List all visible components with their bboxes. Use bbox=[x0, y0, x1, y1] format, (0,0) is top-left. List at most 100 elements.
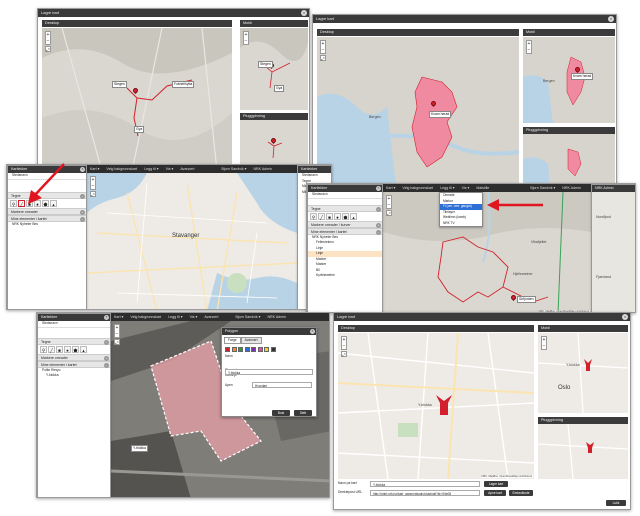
marker-tool-icon[interactable]: ⚲ bbox=[310, 212, 317, 220]
polygon-tool-icon[interactable]: ⬟ bbox=[72, 345, 79, 353]
search-field[interactable]: Stedsnavn bbox=[38, 321, 110, 328]
menu-avancert[interactable]: Avancert bbox=[201, 313, 221, 321]
collapse-icon[interactable]: − bbox=[376, 206, 381, 212]
menu-user[interactable]: Bjorn Sandvik ▾ bbox=[232, 313, 263, 321]
marker-tool-icon[interactable]: ⚲ bbox=[10, 199, 17, 207]
apply-button[interactable]: Bruk bbox=[272, 410, 290, 416]
close-icon[interactable]: × bbox=[301, 10, 307, 16]
zoom-out-button[interactable]: − bbox=[244, 38, 248, 44]
fullscreen-button[interactable]: ⤢ bbox=[114, 339, 120, 345]
swatch-yellow[interactable] bbox=[264, 347, 269, 352]
menu-vis[interactable]: Vis ▾ bbox=[163, 165, 177, 173]
menu-admin[interactable]: NRK Admin bbox=[559, 184, 584, 192]
collapse-icon[interactable]: − bbox=[104, 339, 109, 345]
section-tegne[interactable]: Tegne − bbox=[38, 337, 110, 345]
menu-user[interactable]: Bjorn Sandvik ▾ bbox=[527, 184, 558, 192]
menu-bakgrunnskart[interactable]: Velg bakgrunnskart bbox=[103, 165, 140, 173]
tree-item[interactable]: Y-blokka bbox=[38, 373, 110, 379]
section-mine[interactable]: Mine elementer i kartet − bbox=[8, 214, 86, 222]
rect-tool-icon[interactable]: ■ bbox=[326, 212, 333, 220]
fullscreen-button[interactable]: ⤢ bbox=[320, 55, 326, 61]
swatch-orange[interactable] bbox=[231, 347, 237, 352]
menu-legg-til[interactable]: Legg til ▾ bbox=[141, 165, 161, 173]
section-markers[interactable]: Markere omrader / kurver + bbox=[308, 220, 382, 228]
close-icon[interactable]: × bbox=[80, 167, 85, 172]
search-field[interactable]: Stedsnavn bbox=[308, 192, 382, 199]
map-plugg[interactable] bbox=[538, 424, 628, 479]
url-input[interactable]: http://nrkrt.nrk.no/kart_appen/plugin/pl… bbox=[370, 490, 480, 496]
embed-button[interactable]: Embedkode bbox=[509, 490, 533, 496]
collapse-icon[interactable]: − bbox=[80, 193, 85, 199]
map-desktop[interactable]: + − ⤢ Y-blokka NRK, MapBox, OpenStreetMa… bbox=[338, 333, 534, 479]
menu-bakgrunnskart[interactable]: Velg bakgrunnskart bbox=[127, 313, 164, 321]
more-tool-icon[interactable]: ▴ bbox=[80, 345, 87, 353]
menu-malstille[interactable]: Malstille bbox=[473, 184, 492, 192]
zoom-out-button[interactable]: − bbox=[115, 331, 119, 337]
menu-kart[interactable]: Kart ▾ bbox=[87, 165, 102, 173]
map-mobil[interactable]: + − Stegen Gya bbox=[240, 28, 308, 110]
swatch-pink[interactable] bbox=[257, 347, 263, 352]
fullscreen-button[interactable]: ⤢ bbox=[341, 351, 347, 357]
close-button[interactable]: Lukk bbox=[606, 500, 626, 506]
map-name-input[interactable]: Y-blokka bbox=[370, 481, 480, 487]
placement-select[interactable]: Hvordan bbox=[252, 382, 312, 388]
name-input[interactable]: Y-blokka bbox=[225, 369, 313, 375]
collapse-icon[interactable]: − bbox=[376, 229, 381, 235]
circle-tool-icon[interactable]: ● bbox=[64, 345, 71, 353]
menu-vis[interactable]: Vis ▾ bbox=[459, 184, 473, 192]
open-map-button[interactable]: Apne kart bbox=[484, 490, 506, 496]
menu-admin[interactable]: NRK Admin bbox=[264, 313, 289, 321]
tab-farge[interactable]: Farge bbox=[224, 337, 241, 344]
line-tool-icon[interactable]: ╱ bbox=[48, 345, 55, 353]
swatch-green[interactable] bbox=[238, 347, 243, 352]
zoom-out-button[interactable]: − bbox=[321, 47, 325, 53]
section-mine[interactable]: Mine elementer i kartet − bbox=[38, 360, 110, 368]
swatch-red[interactable] bbox=[225, 347, 230, 352]
zoom-out-button[interactable]: − bbox=[542, 343, 546, 349]
menu-legg-til[interactable]: Legg til ▾ bbox=[437, 184, 457, 192]
menu-item[interactable]: NRK TV bbox=[440, 221, 482, 227]
zoom-out-button[interactable]: − bbox=[46, 38, 50, 44]
tree-item[interactable]: Kyrkheweien bbox=[308, 273, 382, 279]
section-mine[interactable]: Mine elementer i kartet − bbox=[308, 227, 382, 235]
menu-vis[interactable]: Vis ▾ bbox=[187, 313, 201, 321]
map-desktop[interactable]: + − ⤢ Kvam herad Bergen NRK, MapBox, Ope… bbox=[317, 37, 519, 195]
swatch-blue[interactable] bbox=[244, 347, 250, 352]
map-plugg[interactable] bbox=[240, 120, 308, 169]
menu-kart[interactable]: Kart ▾ bbox=[383, 184, 398, 192]
marker-tool-icon[interactable]: ⚲ bbox=[40, 345, 47, 353]
collapse-icon[interactable]: − bbox=[80, 216, 85, 222]
close-icon[interactable]: × bbox=[104, 315, 109, 320]
close-icon[interactable]: × bbox=[376, 186, 381, 191]
circle-tool-icon[interactable]: ● bbox=[334, 212, 341, 220]
line-tool-icon[interactable]: ╱ bbox=[318, 212, 325, 220]
rect-tool-icon[interactable]: ■ bbox=[56, 345, 63, 353]
menu-admin[interactable]: NRK Admin bbox=[250, 165, 275, 173]
delete-button[interactable]: Slett bbox=[294, 410, 312, 416]
fullscreen-button[interactable]: ⤢ bbox=[386, 210, 392, 216]
save-map-button[interactable]: Lagre kart bbox=[484, 481, 508, 487]
zoom-out-button[interactable]: − bbox=[91, 183, 95, 189]
swatch-purple[interactable] bbox=[251, 347, 256, 352]
fullscreen-button[interactable]: ⤢ bbox=[90, 191, 96, 197]
fullscreen-button[interactable]: ⤢ bbox=[45, 46, 51, 52]
close-icon[interactable]: × bbox=[622, 314, 628, 320]
section-markers[interactable]: Markere omrader + bbox=[38, 353, 110, 361]
map-desktop[interactable]: + − ⤢ Stegen Fokhellhytta Gya bbox=[42, 28, 232, 169]
zoom-out-button[interactable]: − bbox=[387, 202, 391, 208]
map-mobil[interactable]: + − Y-blokka Oslo bbox=[538, 333, 628, 413]
map-stavanger[interactable]: + − ⤢ Stavanger bbox=[87, 173, 297, 309]
menu-user[interactable]: Bjorn Sandvik ▾ bbox=[218, 165, 249, 173]
section-tegne[interactable]: Tegne − bbox=[308, 204, 382, 212]
menu-kart[interactable]: Kart ▾ bbox=[111, 313, 126, 321]
collapse-icon[interactable]: − bbox=[104, 362, 109, 368]
zoom-out-button[interactable]: − bbox=[342, 343, 346, 349]
menu-bakgrunnskart[interactable]: Velg bakgrunnskart bbox=[399, 184, 436, 192]
close-icon[interactable]: × bbox=[608, 16, 614, 22]
more-tool-icon[interactable]: ▴ bbox=[350, 212, 357, 220]
swatch-dark[interactable] bbox=[270, 347, 276, 352]
menu-legg-til[interactable]: Legg til ▾ bbox=[165, 313, 185, 321]
zoom-out-button[interactable]: − bbox=[527, 47, 531, 53]
close-icon[interactable]: × bbox=[310, 329, 315, 334]
tab-avansert[interactable]: Avansert bbox=[240, 337, 262, 344]
